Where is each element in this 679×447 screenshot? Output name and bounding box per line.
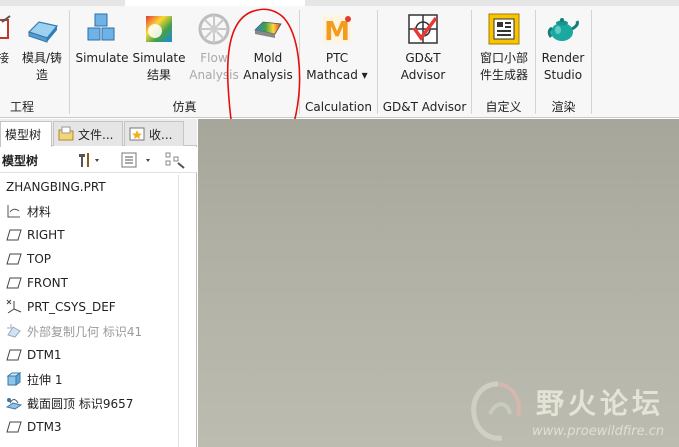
ptc-mathcad-button[interactable]: M PTC Mathcad ▾ bbox=[302, 6, 372, 96]
tab-favorites[interactable]: 收... bbox=[124, 121, 184, 146]
tree-item[interactable]: 材料 bbox=[0, 199, 178, 223]
ribbon-button-label: Render Studio bbox=[541, 51, 585, 82]
watermark-logo-icon bbox=[471, 381, 521, 441]
tree-item-label: TOP bbox=[27, 252, 52, 266]
group-label-gdt-advisor: GD&T Advisor bbox=[382, 100, 467, 114]
group-label-render: 渲染 bbox=[551, 100, 576, 114]
tab-label: 文件... bbox=[78, 127, 114, 142]
datum-plane-icon bbox=[6, 419, 22, 435]
tab-label: 模型树 bbox=[5, 128, 42, 142]
tree-item[interactable]: TOP bbox=[0, 247, 178, 271]
simulate-button[interactable]: Simulate bbox=[74, 6, 130, 96]
csys-icon bbox=[6, 299, 22, 315]
folder-icon bbox=[58, 126, 74, 142]
tree-item-label: FRONT bbox=[27, 276, 68, 290]
panel-title: 模型树 bbox=[2, 154, 39, 168]
tree-item-label: PRT_CSYS_DEF bbox=[27, 300, 116, 314]
model-tree-panel: 模型树 文件... 收... 模型树 ZHANGBING.PRT 材料 RIGH… bbox=[0, 119, 197, 447]
ribbon-button-label: 窗口小部 件生成器 bbox=[479, 51, 528, 82]
widget-generator-icon bbox=[487, 12, 521, 46]
simulate-cubes-icon bbox=[85, 12, 119, 46]
watermark-title: 野火论坛 bbox=[536, 387, 665, 420]
tab-model-tree[interactable]: 模型树 bbox=[0, 121, 52, 147]
tree-item-label: DTM3 bbox=[27, 420, 62, 434]
ribbon-button-partial[interactable]: 接 bbox=[0, 6, 14, 96]
ribbon-button-label: Simulate 结果 bbox=[132, 51, 186, 82]
datum-plane-icon bbox=[6, 275, 22, 291]
ribbon-button-label: 接 bbox=[0, 51, 9, 65]
tree-divider bbox=[178, 175, 179, 447]
teapot-icon bbox=[546, 12, 580, 46]
tree-item[interactable]: 拉伸 1 bbox=[0, 367, 178, 391]
group-label-customize: 自定义 bbox=[485, 100, 522, 114]
group-label-calculation: Calculation bbox=[305, 100, 372, 114]
partial-icon bbox=[0, 12, 14, 46]
show-list-icon[interactable] bbox=[120, 151, 156, 172]
tree-filter-icon[interactable] bbox=[164, 151, 186, 172]
tree-item[interactable]: RIGHT bbox=[0, 223, 178, 247]
ribbon-separator bbox=[591, 10, 592, 114]
tree-item-label: DTM1 bbox=[27, 348, 62, 362]
ribbon-button-label: Simulate bbox=[75, 51, 129, 65]
render-studio-button[interactable]: Render Studio bbox=[537, 6, 589, 96]
tree-item-label: 材料 bbox=[27, 204, 52, 219]
tree-item[interactable]: FRONT bbox=[0, 271, 178, 295]
gdt-advisor-icon bbox=[406, 12, 440, 46]
model-tree: ZHANGBING.PRT 材料 RIGHT TOP FRONT PRT_CSY… bbox=[0, 175, 178, 439]
external-copy-icon bbox=[6, 323, 22, 339]
settings-tools-icon[interactable] bbox=[76, 151, 102, 172]
group-label-engineering: 工程 bbox=[9, 100, 34, 114]
datum-plane-icon bbox=[6, 347, 22, 363]
simulate-results-button[interactable]: Simulate 结果 bbox=[132, 6, 186, 96]
tree-item-label: 外部复制几何 标识41 bbox=[27, 324, 143, 339]
datum-plane-icon bbox=[6, 227, 22, 243]
mathcad-icon: M bbox=[320, 12, 354, 46]
widget-generator-button[interactable]: 窗口小部 件生成器 bbox=[476, 6, 532, 96]
panel-tabs: 模型树 文件... 收... bbox=[0, 119, 197, 147]
tree-item-label: 截面圆顶 标识9657 bbox=[27, 396, 134, 411]
ribbon-button-label: 模具/铸 造 bbox=[21, 51, 63, 82]
tree-item[interactable]: 外部复制几何 标识41 bbox=[0, 319, 178, 343]
tree-item[interactable]: 截面圆顶 标识9657 bbox=[0, 391, 178, 415]
tree-root-item[interactable]: ZHANGBING.PRT bbox=[0, 175, 178, 199]
extrude-icon bbox=[6, 371, 22, 387]
tree-item[interactable]: DTM1 bbox=[0, 343, 178, 367]
section-dome-icon bbox=[6, 395, 22, 411]
panel-toolbar: 模型树 bbox=[0, 147, 197, 173]
favorites-icon bbox=[129, 126, 145, 142]
watermark-url: www.proewildfire.cn bbox=[532, 424, 665, 439]
tree-item-label: 拉伸 1 bbox=[27, 372, 63, 387]
ribbon: 接 模具/铸 造 Simulate Simulate 结果 Flow Analy… bbox=[0, 6, 679, 178]
watermark: 野火论坛 www.proewildfire.cn bbox=[468, 378, 679, 447]
tree-item-label: ZHANGBING.PRT bbox=[6, 180, 106, 194]
gdt-advisor-button[interactable]: GD&T Advisor bbox=[392, 6, 454, 96]
svg-text:M: M bbox=[324, 17, 350, 46]
tree-item-label: RIGHT bbox=[27, 228, 65, 242]
tab-label: 收... bbox=[149, 127, 173, 142]
material-icon bbox=[6, 203, 22, 219]
ribbon-button-label: PTC Mathcad ▾ bbox=[306, 51, 368, 82]
mold-cast-icon bbox=[25, 12, 59, 46]
datum-plane-icon bbox=[6, 251, 22, 267]
tab-files[interactable]: 文件... bbox=[53, 121, 123, 146]
ribbon-button-label: GD&T Advisor bbox=[400, 51, 446, 82]
tree-item[interactable]: PRT_CSYS_DEF bbox=[0, 295, 178, 319]
simulate-results-icon bbox=[142, 12, 176, 46]
tree-item[interactable]: DTM3 bbox=[0, 415, 178, 439]
mold-cast-button[interactable]: 模具/铸 造 bbox=[17, 6, 67, 96]
